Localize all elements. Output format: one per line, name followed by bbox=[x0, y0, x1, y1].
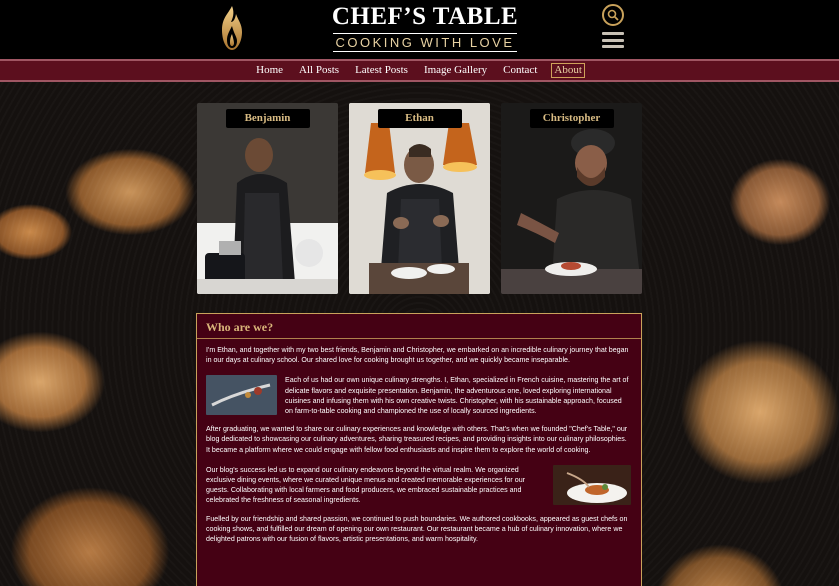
about-paragraph-strengths: Each of us had our own unique culinary s… bbox=[285, 376, 629, 416]
ingredient-thumbnail bbox=[206, 375, 277, 416]
chef-card-christopher[interactable]: Christopher bbox=[501, 103, 642, 294]
nav-all-posts[interactable]: All Posts bbox=[297, 64, 341, 77]
main-nav: Home All Posts Latest Posts Image Galler… bbox=[0, 59, 839, 82]
chef-photo bbox=[349, 103, 490, 294]
chef-name: Ethan bbox=[377, 109, 462, 128]
about-row-events: Our blog's success led us to expand our … bbox=[206, 464, 631, 506]
about-panel: Who are we? I'm Ethan, and together with… bbox=[196, 313, 642, 586]
chef-name: Christopher bbox=[529, 109, 614, 128]
chef-card-ethan[interactable]: Ethan bbox=[349, 103, 490, 294]
about-heading: Who are we? bbox=[206, 320, 274, 334]
nav-image-gallery[interactable]: Image Gallery bbox=[422, 64, 489, 77]
about-paragraph-growth: Fuelled by our friendship and shared pas… bbox=[206, 514, 628, 544]
brand-subtitle: COOKING WITH LOVE bbox=[333, 33, 517, 52]
nav-contact[interactable]: Contact bbox=[501, 64, 539, 77]
brand[interactable]: CHEF’S TABLE COOKING WITH LOVE bbox=[330, 3, 520, 52]
nav-about[interactable]: About bbox=[551, 63, 585, 78]
flame-logo-icon[interactable] bbox=[218, 4, 246, 52]
site-header: CHEF’S TABLE COOKING WITH LOVE bbox=[0, 0, 839, 59]
nav-latest-posts[interactable]: Latest Posts bbox=[353, 64, 410, 77]
about-row-strengths: Each of us had our own unique culinary s… bbox=[206, 375, 631, 416]
about-paragraph-intro: I'm Ethan, and together with my two best… bbox=[206, 346, 629, 365]
chef-photo bbox=[501, 103, 642, 294]
hamburger-menu-icon[interactable] bbox=[602, 32, 624, 48]
brand-title: CHEF’S TABLE bbox=[331, 3, 519, 30]
divider bbox=[197, 338, 641, 339]
chef-photo bbox=[197, 103, 338, 294]
chef-card-benjamin[interactable]: Benjamin bbox=[197, 103, 338, 294]
search-icon[interactable] bbox=[602, 4, 624, 26]
about-paragraph-blog: After graduating, we wanted to share our… bbox=[206, 425, 628, 454]
chef-name: Benjamin bbox=[225, 109, 310, 128]
plated-dish-thumbnail bbox=[553, 464, 631, 505]
nav-home[interactable]: Home bbox=[254, 64, 285, 77]
about-paragraph-events: Our blog's success led us to expand our … bbox=[206, 465, 526, 505]
